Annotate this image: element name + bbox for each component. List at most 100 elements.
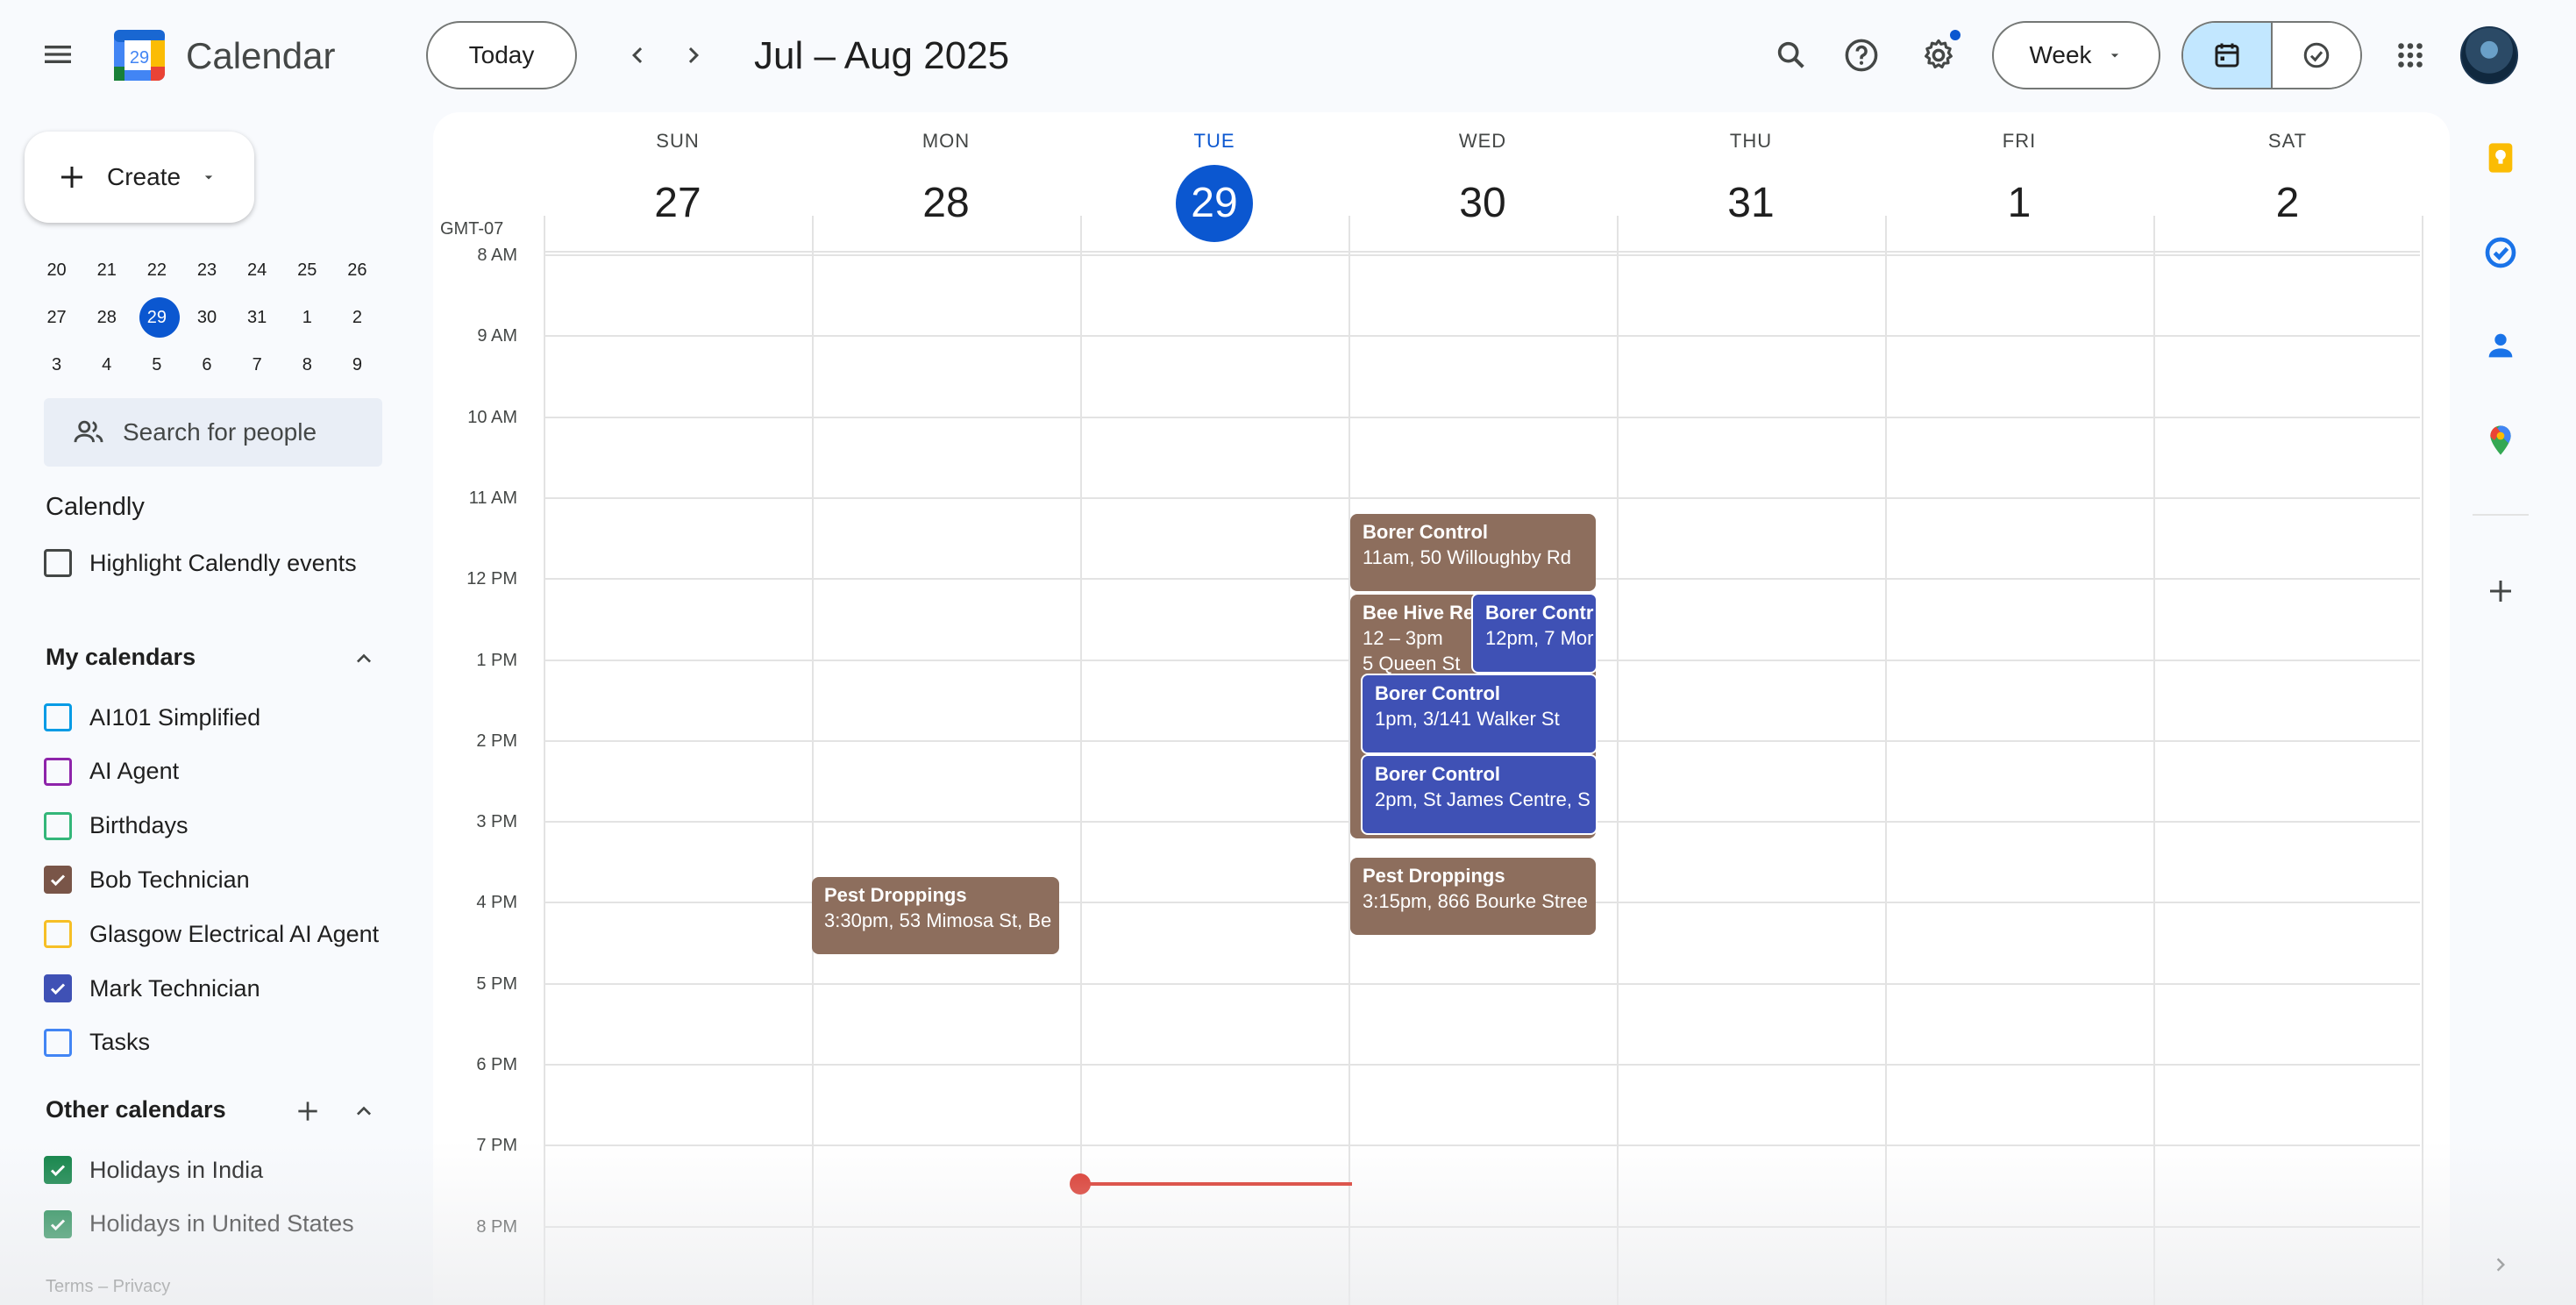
event-borer-control-1pm[interactable]: Borer Control 1pm, 3/141 Walker St xyxy=(1361,674,1598,754)
calendly-section-title: Calendly xyxy=(46,493,145,521)
previous-week-button[interactable] xyxy=(607,25,668,86)
day-header-wed[interactable]: WED 30 xyxy=(1348,128,1617,242)
help-button[interactable] xyxy=(1831,25,1892,86)
tasks-side-button[interactable] xyxy=(2474,226,2527,279)
hour-label: 11 AM xyxy=(468,488,517,508)
chevron-right-icon xyxy=(688,47,699,63)
event-pest-droppings-wed[interactable]: Pest Droppings 3:15pm, 866 Bourke Stree xyxy=(1350,858,1596,935)
day-number[interactable]: 28 xyxy=(907,165,985,242)
mini-day[interactable]: 27 xyxy=(32,300,82,335)
calendar-item[interactable]: Holidays in United States xyxy=(44,1203,354,1245)
mini-day[interactable]: 7 xyxy=(232,347,282,382)
tasks-view-toggle[interactable] xyxy=(2273,23,2360,88)
google-apps-button[interactable] xyxy=(2380,25,2441,86)
keep-icon xyxy=(2488,143,2513,173)
day-header-mon[interactable]: MON 28 xyxy=(812,128,1080,242)
event-detail: 11am, 50 Willoughby Rd xyxy=(1363,546,1572,568)
day-number[interactable]: 1 xyxy=(1981,165,2058,242)
mini-day[interactable]: 23 xyxy=(181,253,231,288)
mini-day[interactable]: 21 xyxy=(82,253,132,288)
checkbox-unchecked[interactable] xyxy=(44,1028,72,1057)
day-number[interactable]: 2 xyxy=(2249,165,2326,242)
day-number[interactable]: 30 xyxy=(1444,165,1521,242)
add-other-calendar-button[interactable] xyxy=(288,1091,328,1131)
mini-day[interactable]: 5 xyxy=(132,347,181,382)
mini-day[interactable]: 4 xyxy=(82,347,132,382)
checkmark-icon xyxy=(50,1165,66,1177)
calendar-item[interactable]: Mark Technician xyxy=(44,967,260,1009)
mini-day[interactable]: 26 xyxy=(332,253,382,288)
create-button[interactable]: Create xyxy=(25,132,254,223)
contacts-button[interactable] xyxy=(2474,319,2527,372)
day-number-today[interactable]: 29 xyxy=(1176,165,1253,242)
calendar-item[interactable]: Birthdays xyxy=(44,805,189,847)
hour-label: 5 PM xyxy=(476,973,517,994)
mini-day[interactable]: 20 xyxy=(32,253,82,288)
event-borer-control-12pm[interactable]: Borer Contr 12pm, 7 Mor xyxy=(1471,593,1598,674)
mini-day[interactable]: 6 xyxy=(181,347,231,382)
keep-button[interactable] xyxy=(2474,132,2527,184)
day-header-thu[interactable]: THU 31 xyxy=(1617,128,1885,242)
checkbox-checked[interactable] xyxy=(44,1209,72,1238)
task-check-icon xyxy=(2303,42,2330,68)
next-week-button[interactable] xyxy=(663,25,724,86)
mini-day[interactable]: 2 xyxy=(332,300,382,335)
mini-day[interactable]: 1 xyxy=(282,300,332,335)
event-title: Borer Contr xyxy=(1485,602,1594,624)
hour-label: 10 AM xyxy=(467,407,517,427)
create-label: Create xyxy=(107,163,181,190)
mini-week-row: 3 4 5 6 7 8 9 xyxy=(32,347,382,382)
checkbox-unchecked[interactable] xyxy=(44,811,72,840)
day-number[interactable]: 31 xyxy=(1712,165,1790,242)
mini-day[interactable]: 30 xyxy=(181,300,231,335)
checkbox-checked[interactable] xyxy=(44,974,72,1002)
mini-day[interactable]: 22 xyxy=(132,253,181,288)
calendar-item-label: Holidays in India xyxy=(89,1156,264,1183)
get-add-ons-button[interactable] xyxy=(2474,565,2527,617)
today-button[interactable]: Today xyxy=(426,21,577,89)
mini-day[interactable]: 3 xyxy=(32,347,82,382)
mini-day[interactable]: 28 xyxy=(82,300,132,335)
checkbox-checked[interactable] xyxy=(44,1156,72,1184)
collapse-my-calendars-button[interactable] xyxy=(342,638,386,679)
account-avatar[interactable] xyxy=(2460,26,2518,84)
checkbox-unchecked[interactable] xyxy=(44,757,72,786)
calendar-item[interactable]: AI Agent xyxy=(44,751,179,793)
mini-day[interactable]: 24 xyxy=(232,253,282,288)
event-pest-droppings-mon[interactable]: Pest Droppings 3:30pm, 53 Mimosa St, Be xyxy=(812,877,1059,954)
collapse-other-calendars-button[interactable] xyxy=(342,1091,386,1131)
terms-privacy-links[interactable]: Terms – Privacy xyxy=(46,1277,170,1297)
checkbox-unchecked[interactable] xyxy=(44,920,72,949)
day-header-sun[interactable]: SUN 27 xyxy=(544,128,812,242)
app-title: Calendar xyxy=(186,35,336,76)
search-button[interactable] xyxy=(1761,25,1822,86)
main-menu-button[interactable] xyxy=(26,23,89,86)
calendar-item[interactable]: AI101 Simplified xyxy=(44,696,260,738)
view-selector[interactable]: Week xyxy=(1992,21,2160,89)
day-header-tue[interactable]: TUE 29 xyxy=(1080,128,1348,242)
mini-day-today[interactable]: 29 xyxy=(132,300,181,335)
day-header-sat[interactable]: SAT 2 xyxy=(2153,128,2422,242)
mini-day[interactable]: 8 xyxy=(282,347,332,382)
day-number[interactable]: 27 xyxy=(639,165,716,242)
calendar-item[interactable]: Glasgow Electrical AI Agent xyxy=(44,913,379,955)
day-header-fri[interactable]: FRI 1 xyxy=(1885,128,2153,242)
mini-day[interactable]: 31 xyxy=(232,300,282,335)
event-borer-control-2pm[interactable]: Borer Control 2pm, St James Centre, S xyxy=(1361,754,1598,835)
maps-button[interactable] xyxy=(2474,414,2527,467)
mini-day[interactable]: 25 xyxy=(282,253,332,288)
calendar-item[interactable]: Bob Technician xyxy=(44,859,250,901)
mini-day[interactable]: 9 xyxy=(332,347,382,382)
checkbox-unchecked[interactable] xyxy=(44,703,72,731)
show-side-panel-button[interactable] xyxy=(2481,1245,2520,1284)
checkbox-checked[interactable] xyxy=(44,866,72,895)
calendar-item[interactable]: Holidays in India xyxy=(44,1149,263,1191)
people-search-input[interactable]: Search for people xyxy=(44,398,382,467)
event-title: Borer Control xyxy=(1375,682,1500,704)
calendar-view-toggle[interactable] xyxy=(2183,23,2273,88)
highlight-calendly-checkbox-row[interactable]: Highlight Calendly events xyxy=(44,542,357,584)
apps-grid-icon xyxy=(2398,43,2423,68)
event-borer-control-11am[interactable]: Borer Control 11am, 50 Willoughby Rd xyxy=(1350,514,1596,591)
calendar-item[interactable]: Tasks xyxy=(44,1022,150,1064)
checkbox[interactable] xyxy=(44,549,72,577)
